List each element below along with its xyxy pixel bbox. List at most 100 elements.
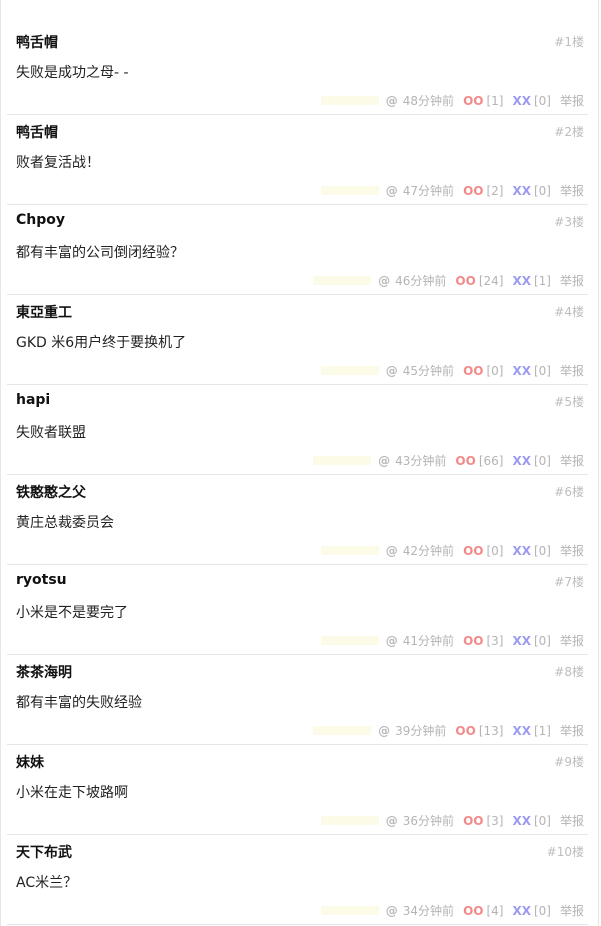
xx-vote-button[interactable]: XX <box>512 94 531 108</box>
at-icon: @ <box>378 273 391 288</box>
xx-vote-button[interactable]: XX <box>512 544 531 558</box>
at-icon: @ <box>385 543 398 558</box>
floor-number[interactable]: #9楼 <box>554 753 584 770</box>
author-hash <box>320 96 379 105</box>
xx-vote-button[interactable]: XX <box>512 814 531 828</box>
floor-number[interactable]: #1楼 <box>554 33 584 50</box>
oo-vote-button[interactable]: OO <box>463 814 483 828</box>
at-icon: @ <box>385 93 398 108</box>
comment-item: 天下布武 #10楼 AC米兰？ @ 34分钟前 OO [4] XX [0] 举报 <box>7 835 588 925</box>
comment-content: 小米是不是要完了 <box>16 605 128 621</box>
oo-count: [2] <box>486 183 504 198</box>
oo-vote-button[interactable]: OO <box>455 724 475 738</box>
comment-time: 36分钟前 <box>402 814 455 828</box>
xx-count: [0] <box>533 453 551 468</box>
xx-count: [0] <box>533 633 551 648</box>
comment-time: 47分钟前 <box>402 184 455 198</box>
comment-meta: @ 41分钟前 OO [3] XX [0] 举报 <box>320 632 584 649</box>
report-link[interactable]: 举报 <box>560 542 584 559</box>
floor-number[interactable]: #2楼 <box>554 123 584 140</box>
oo-count: [24] <box>478 273 504 288</box>
comment-meta: @ 46分钟前 OO [24] XX [1] 举报 <box>313 272 584 289</box>
comment-content: 失败者联盟 <box>16 425 86 441</box>
oo-vote-button[interactable]: OO <box>463 904 483 918</box>
comment-item: 鸭舌帽 #2楼 败者复活战！ @ 47分钟前 OO [2] XX [0] 举报 <box>7 115 588 205</box>
report-link[interactable]: 举报 <box>560 452 584 469</box>
report-link[interactable]: 举报 <box>560 632 584 649</box>
floor-number[interactable]: #4楼 <box>554 303 584 320</box>
floor-number[interactable]: #6楼 <box>554 483 584 500</box>
floor-number[interactable]: #3楼 <box>554 213 584 230</box>
oo-vote-button[interactable]: OO <box>455 454 475 468</box>
author-hash <box>320 636 379 645</box>
xx-count: [0] <box>533 903 551 918</box>
oo-vote-button[interactable]: OO <box>463 94 483 108</box>
comment-meta: @ 47分钟前 OO [2] XX [0] 举报 <box>320 182 584 199</box>
comment-time: 43分钟前 <box>395 454 447 468</box>
xx-vote-button[interactable]: XX <box>512 454 531 468</box>
comment-author[interactable]: 鸭舌帽 <box>16 32 58 52</box>
report-link[interactable]: 举报 <box>560 272 584 289</box>
comment-item: 妹妹 #9楼 小米在走下坡路啊 @ 36分钟前 OO [3] XX [0] 举报 <box>7 745 588 835</box>
comment-author[interactable]: 茶茶海明 <box>16 662 72 682</box>
comment-author[interactable]: Chpoy <box>16 212 65 228</box>
at-icon: @ <box>385 633 398 648</box>
comment-time: 48分钟前 <box>402 94 455 108</box>
comment-content: 都有丰富的失败经验 <box>16 695 142 711</box>
floor-number[interactable]: #5楼 <box>554 393 584 410</box>
comment-author[interactable]: 妹妹 <box>16 752 44 772</box>
comment-author[interactable]: ryotsu <box>16 572 67 588</box>
comment-content: AC米兰？ <box>16 875 78 891</box>
comment-list: 鸭舌帽 #1楼 失败是成功之母- - @ 48分钟前 OO [1] XX [0]… <box>0 0 599 926</box>
author-hash <box>320 366 379 375</box>
xx-count: [1] <box>533 723 551 738</box>
oo-count: [13] <box>478 723 504 738</box>
xx-count: [0] <box>533 543 551 558</box>
xx-vote-button[interactable]: XX <box>512 724 531 738</box>
report-link[interactable]: 举报 <box>560 362 584 379</box>
comment-meta: @ 36分钟前 OO [3] XX [0] 举报 <box>320 812 584 829</box>
at-icon: @ <box>385 363 398 378</box>
comment-time: 45分钟前 <box>402 364 455 378</box>
xx-count: [0] <box>533 813 551 828</box>
at-icon: @ <box>385 813 398 828</box>
oo-vote-button[interactable]: OO <box>463 544 483 558</box>
floor-number[interactable]: #7楼 <box>554 573 584 590</box>
oo-vote-button[interactable]: OO <box>463 634 483 648</box>
comment-content: 黄庄总裁委员会 <box>16 515 114 531</box>
xx-vote-button[interactable]: XX <box>512 634 531 648</box>
comment-author[interactable]: 東亞重工 <box>16 302 72 322</box>
at-icon: @ <box>385 183 398 198</box>
comment-time: 46分钟前 <box>395 274 447 288</box>
author-hash <box>313 456 372 465</box>
floor-number[interactable]: #8楼 <box>554 663 584 680</box>
oo-count: [0] <box>486 363 504 378</box>
comment-item: hapi #5楼 失败者联盟 @ 43分钟前 OO [66] XX [0] 举报 <box>7 385 588 475</box>
xx-vote-button[interactable]: XX <box>512 364 531 378</box>
xx-vote-button[interactable]: XX <box>512 184 531 198</box>
xx-vote-button[interactable]: XX <box>512 274 531 288</box>
report-link[interactable]: 举报 <box>560 92 584 109</box>
author-hash <box>320 186 379 195</box>
author-hash <box>320 906 379 915</box>
report-link[interactable]: 举报 <box>560 902 584 919</box>
report-link[interactable]: 举报 <box>560 812 584 829</box>
comment-content: 都有丰富的公司倒闭经验？ <box>16 245 184 261</box>
comment-author[interactable]: 鸭舌帽 <box>16 122 58 142</box>
comment-author[interactable]: 铁憨憨之父 <box>16 482 86 502</box>
comment-author[interactable]: hapi <box>16 392 50 408</box>
xx-vote-button[interactable]: XX <box>512 904 531 918</box>
oo-vote-button[interactable]: OO <box>463 364 483 378</box>
comment-meta: @ 39分钟前 OO [13] XX [1] 举报 <box>313 722 584 739</box>
oo-vote-button[interactable]: OO <box>455 274 475 288</box>
report-link[interactable]: 举报 <box>560 182 584 199</box>
oo-count: [66] <box>478 453 504 468</box>
comment-content: 败者复活战！ <box>16 155 100 171</box>
xx-count: [1] <box>533 273 551 288</box>
floor-number[interactable]: #10楼 <box>547 843 584 860</box>
author-hash <box>313 276 372 285</box>
oo-vote-button[interactable]: OO <box>463 184 483 198</box>
comment-meta: @ 45分钟前 OO [0] XX [0] 举报 <box>320 362 584 379</box>
report-link[interactable]: 举报 <box>560 722 584 739</box>
comment-author[interactable]: 天下布武 <box>16 842 72 862</box>
